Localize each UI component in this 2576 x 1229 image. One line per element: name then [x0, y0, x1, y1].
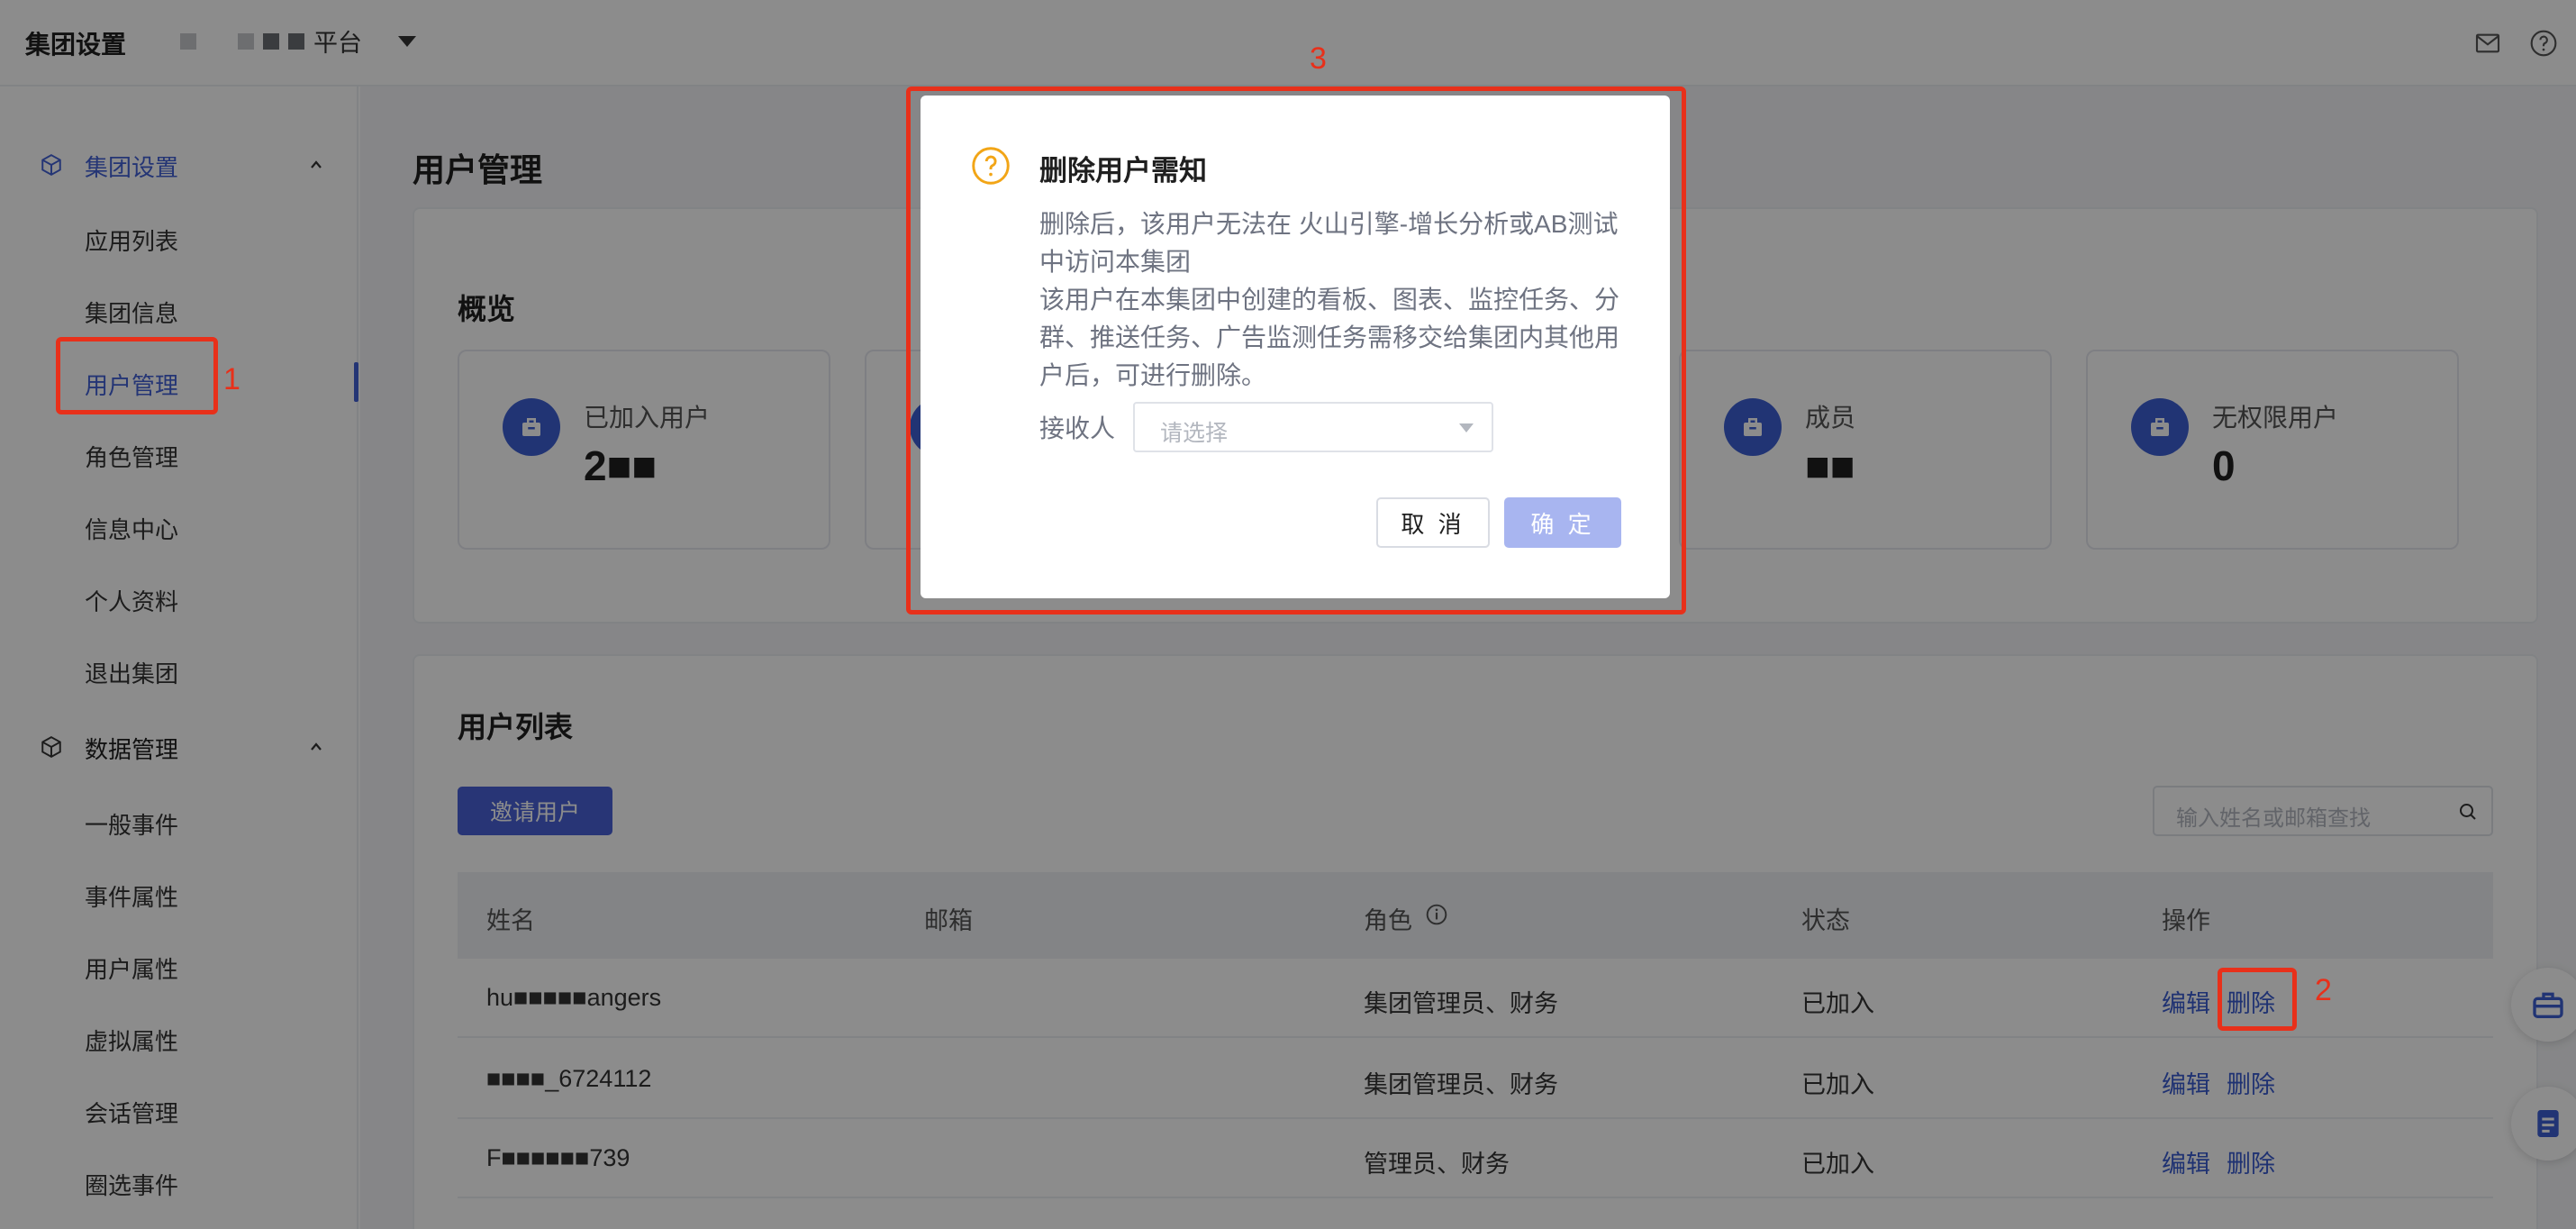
annotation-highlight-3 [906, 86, 1686, 614]
annotation-highlight-2 [2218, 968, 2297, 1031]
annotation-label-2: 2 [2315, 973, 2332, 1007]
annotation-highlight-1 [56, 337, 218, 414]
annotation-label-3: 3 [1310, 41, 1327, 76]
annotation-label-1: 1 [223, 362, 240, 396]
